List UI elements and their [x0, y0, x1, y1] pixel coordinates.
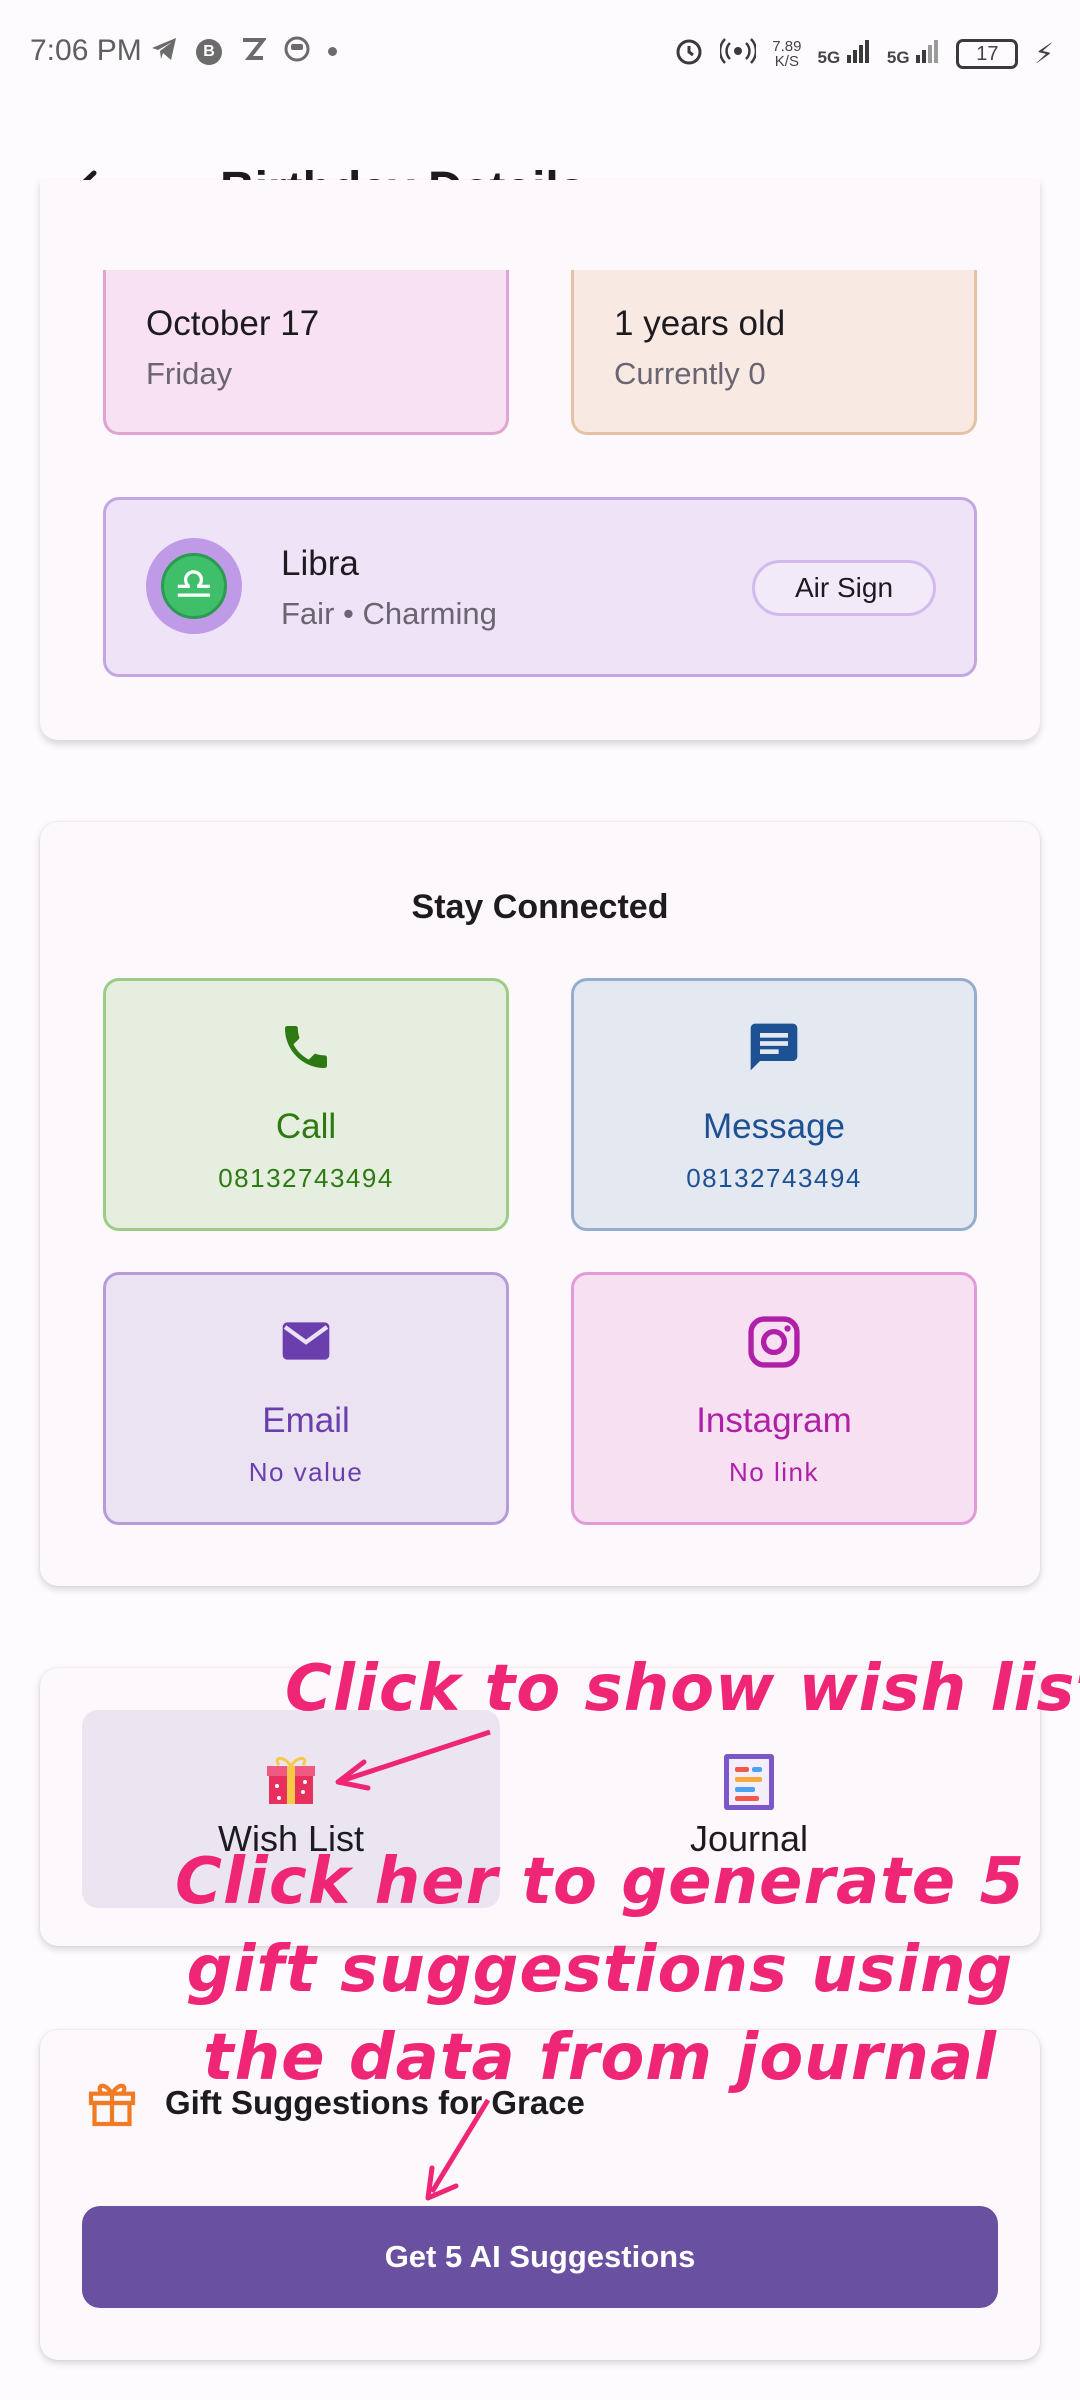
email-label: Email — [262, 1401, 350, 1440]
zodiac-avatar: ♎ — [146, 538, 242, 634]
age-tile: 1 years old Currently 0 — [571, 270, 977, 435]
gift-outline-icon — [84, 2074, 140, 2137]
b-app-icon: B — [196, 38, 222, 65]
signal-2: 5G — [887, 39, 940, 68]
more-notifications-dot — [328, 47, 337, 56]
face-app-icon — [284, 36, 310, 67]
alarm-icon — [674, 36, 704, 71]
annotation-arrow-wish — [335, 1729, 491, 1791]
element-chip: Air Sign — [752, 560, 936, 616]
telegram-icon — [150, 36, 178, 67]
email-value: No value — [248, 1457, 364, 1487]
battery-icon: 17 — [956, 38, 1019, 69]
birth-date: October 17 — [146, 304, 320, 343]
message-label: Message — [702, 1107, 846, 1146]
hotspot-icon — [719, 36, 758, 71]
call-number: 08132743494 — [218, 1163, 394, 1193]
instagram-value: No link — [729, 1457, 819, 1487]
mail-icon — [106, 1313, 506, 1369]
network-type-2: 5G — [886, 48, 910, 67]
status-time: 7:06 PM — [30, 34, 142, 67]
wish-list-annotation: Click to show wish list — [285, 1652, 1080, 1726]
annotation-arrow-ai — [425, 2098, 491, 2201]
network-type-1: 5G — [817, 48, 841, 67]
age-text: 1 years old — [614, 304, 786, 343]
speed-unit: K/S — [774, 52, 799, 70]
libra-icon: ♎ — [161, 553, 227, 619]
zodiac-traits: Fair • Charming — [281, 596, 497, 631]
call-button[interactable]: Call 08132743494 — [103, 978, 509, 1231]
phone-icon — [106, 1019, 506, 1075]
charging-icon: ⚡ — [1034, 38, 1054, 69]
zodiac-name: Libra — [281, 544, 359, 583]
birth-weekday: Friday — [146, 356, 233, 391]
status-bar: 7:06 PM B 7.89 K/S 5G 5G 17 ⚡ — [0, 0, 1080, 100]
call-label: Call — [275, 1107, 337, 1146]
instagram-icon — [574, 1313, 974, 1371]
zodiac-tile: ♎ Libra Fair • Charming Air Sign — [103, 497, 977, 677]
battery-level: 17 — [976, 42, 999, 65]
network-speed: 7.89 K/S — [772, 39, 801, 69]
journal-icon — [540, 1752, 958, 1812]
instagram-button[interactable]: Instagram No link — [571, 1272, 977, 1525]
ai-suggestions-annotation: Click her to generate 5 gift suggestions… — [174, 1845, 1026, 2095]
status-notification-icons: B — [150, 36, 337, 67]
message-icon — [574, 1019, 974, 1075]
birth-date-tile: October 17 Friday — [103, 270, 509, 435]
message-number: 08132743494 — [686, 1163, 862, 1193]
message-button[interactable]: Message 08132743494 — [571, 978, 977, 1231]
status-system-icons: 7.89 K/S 5G 5G 17 ⚡ — [674, 36, 1054, 71]
app-icon — [240, 36, 268, 67]
stay-connected-title: Stay Connected — [411, 888, 669, 926]
current-age: Currently 0 — [614, 356, 766, 391]
get-ai-suggestions-button[interactable]: Get 5 AI Suggestions — [82, 2206, 998, 2308]
email-button[interactable]: Email No value — [103, 1272, 509, 1525]
signal-1: 5G — [817, 39, 870, 68]
instagram-label: Instagram — [696, 1401, 852, 1440]
